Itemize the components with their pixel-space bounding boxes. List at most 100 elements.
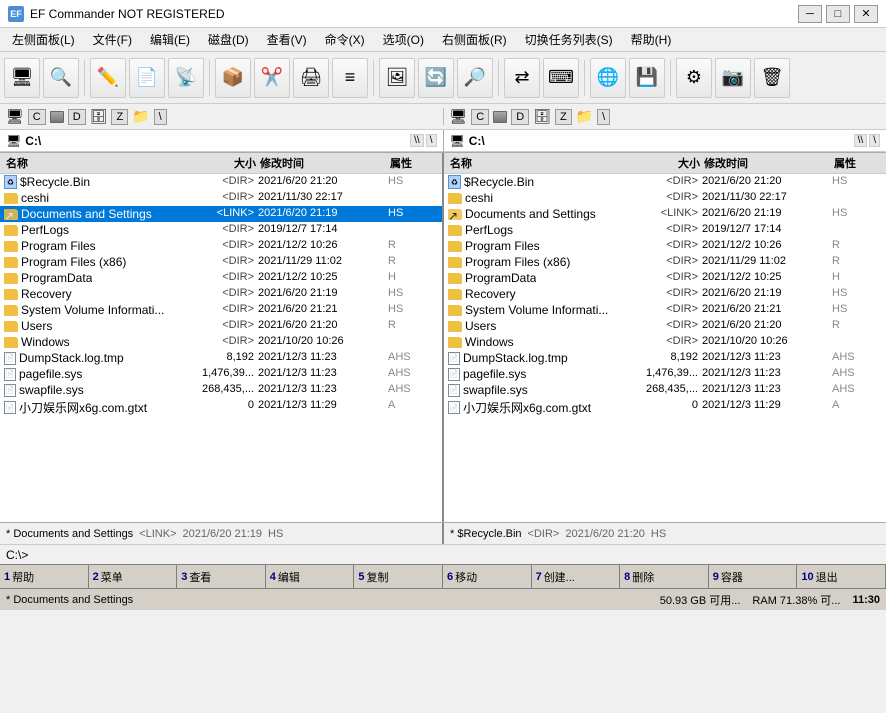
toolbar-btn-cut[interactable]: ✂️ bbox=[254, 58, 290, 98]
file-row[interactable]: 📄小刀娱乐网x6g.com.gtxt02021/12/3 11:29A bbox=[444, 398, 886, 417]
file-size-cell: <DIR> bbox=[622, 255, 702, 269]
file-attr-cell: R bbox=[388, 239, 438, 253]
file-row[interactable]: ♻$Recycle.Bin<DIR>2021/6/20 21:20HS bbox=[0, 174, 442, 190]
right-drive-d[interactable]: D bbox=[511, 109, 529, 125]
left-drive-c[interactable]: C bbox=[28, 109, 46, 125]
menu-item-options[interactable]: 选项(O) bbox=[375, 29, 432, 50]
file-row[interactable]: Users<DIR>2021/6/20 21:20R bbox=[0, 318, 442, 334]
right-drive-icon: 🖥 bbox=[450, 108, 468, 125]
left-drive-d[interactable]: D bbox=[68, 109, 86, 125]
toolbar-btn-settings[interactable]: ⚙ bbox=[676, 58, 712, 98]
toolbar-btn-list[interactable]: ≡ bbox=[332, 58, 368, 98]
right-drive-z[interactable]: Z bbox=[555, 109, 572, 125]
file-row[interactable]: ↗Documents and Settings<LINK>2021/6/20 2… bbox=[0, 206, 442, 222]
toolbar-btn-drive[interactable]: 🖥 bbox=[4, 58, 40, 98]
toolbar-btn-preview[interactable]: 🖼 bbox=[379, 58, 415, 98]
file-row[interactable]: ♻$Recycle.Bin<DIR>2021/6/20 21:20HS bbox=[444, 174, 886, 190]
file-row[interactable]: 📄swapfile.sys268,435,...2021/12/3 11:23A… bbox=[444, 382, 886, 398]
right-drive-backslash[interactable]: \ bbox=[597, 109, 610, 125]
toolbar-btn-save[interactable]: 💾 bbox=[629, 58, 665, 98]
file-row[interactable]: System Volume Informati...<DIR>2021/6/20… bbox=[444, 302, 886, 318]
file-row[interactable]: 📄pagefile.sys1,476,39...2021/12/3 11:23A… bbox=[0, 366, 442, 382]
file-row[interactable]: Recovery<DIR>2021/6/20 21:19HS bbox=[444, 286, 886, 302]
menu-item-left-panel[interactable]: 左侧面板(L) bbox=[4, 29, 83, 50]
file-row[interactable]: 📄swapfile.sys268,435,...2021/12/3 11:23A… bbox=[0, 382, 442, 398]
close-button[interactable]: ✕ bbox=[854, 5, 878, 23]
fkey-5[interactable]: 5复制 bbox=[354, 565, 443, 588]
file-row[interactable]: Program Files<DIR>2021/12/2 10:26R bbox=[0, 238, 442, 254]
file-date-cell: 2021/12/3 11:23 bbox=[702, 367, 832, 381]
right-drive-c[interactable]: C bbox=[471, 109, 489, 125]
file-row[interactable]: Windows<DIR>2021/10/20 10:26 bbox=[0, 334, 442, 350]
toolbar-btn-refresh[interactable]: 🔄 bbox=[418, 58, 454, 98]
file-row[interactable]: ceshi<DIR>2021/11/30 22:17 bbox=[444, 190, 886, 206]
toolbar-btn-terminal[interactable]: ⌨ bbox=[543, 58, 579, 98]
file-row[interactable]: ↗Documents and Settings<LINK>2021/6/20 2… bbox=[444, 206, 886, 222]
toolbar-btn-new-file[interactable]: 📄 bbox=[129, 58, 165, 98]
right-nav-root[interactable]: \\ bbox=[854, 134, 868, 147]
file-row[interactable]: Recovery<DIR>2021/6/20 21:19HS bbox=[0, 286, 442, 302]
left-nav-up[interactable]: \ bbox=[426, 134, 437, 147]
toolbar-btn-network[interactable]: 🌐 bbox=[590, 58, 626, 98]
left-col-size: 大小 bbox=[178, 155, 258, 171]
left-panel-header[interactable]: 名称 大小 修改时间 属性 bbox=[0, 153, 442, 174]
minimize-button[interactable]: ─ bbox=[798, 5, 822, 23]
file-name-cell: Recovery bbox=[448, 287, 622, 301]
file-row[interactable]: ProgramData<DIR>2021/12/2 10:25H bbox=[0, 270, 442, 286]
fkey-7[interactable]: 7创建... bbox=[532, 565, 621, 588]
file-date-cell: 2021/6/20 21:20 bbox=[258, 319, 388, 333]
fkey-10[interactable]: 10退出 bbox=[797, 565, 886, 588]
file-row[interactable]: Program Files<DIR>2021/12/2 10:26R bbox=[444, 238, 886, 254]
left-drive-backslash[interactable]: \ bbox=[154, 109, 167, 125]
toolbar-btn-compare[interactable]: ⇄ bbox=[504, 58, 540, 98]
fkey-1[interactable]: 1帮助 bbox=[0, 565, 89, 588]
file-row[interactable]: 📄pagefile.sys1,476,39...2021/12/3 11:23A… bbox=[444, 366, 886, 382]
menu-item-command[interactable]: 命令(X) bbox=[317, 29, 373, 50]
file-row[interactable]: 📄小刀娱乐网x6g.com.gtxt02021/12/3 11:29A bbox=[0, 398, 442, 417]
menu-item-edit[interactable]: 编辑(E) bbox=[142, 29, 198, 50]
file-row[interactable]: 📄DumpStack.log.tmp8,1922021/12/3 11:23AH… bbox=[0, 350, 442, 366]
right-nav-up[interactable]: \ bbox=[869, 134, 880, 147]
menu-item-switch-list[interactable]: 切换任务列表(S) bbox=[517, 29, 621, 50]
folder-icon bbox=[448, 305, 462, 316]
file-row[interactable]: Windows<DIR>2021/10/20 10:26 bbox=[444, 334, 886, 350]
toolbar-btn-print[interactable]: 🖨 bbox=[293, 58, 329, 98]
file-name-cell: 📄DumpStack.log.tmp bbox=[4, 351, 178, 365]
fkey-3[interactable]: 3查看 bbox=[177, 565, 266, 588]
fkey-6[interactable]: 6移动 bbox=[443, 565, 532, 588]
folder-icon bbox=[4, 257, 18, 268]
toolbar-btn-search[interactable]: 🔍 bbox=[43, 58, 79, 98]
fkey-num: 10 bbox=[801, 571, 813, 583]
toolbar-btn-find[interactable]: 🔎 bbox=[457, 58, 493, 98]
toolbar-btn-camera[interactable]: 📷 bbox=[715, 58, 751, 98]
fkey-9[interactable]: 9容器 bbox=[709, 565, 798, 588]
left-nav-root[interactable]: \\ bbox=[410, 134, 424, 147]
file-row[interactable]: PerfLogs<DIR>2019/12/7 17:14 bbox=[444, 222, 886, 238]
menu-item-file[interactable]: 文件(F) bbox=[85, 29, 140, 50]
file-row[interactable]: System Volume Informati...<DIR>2021/6/20… bbox=[0, 302, 442, 318]
fkey-8[interactable]: 8删除 bbox=[620, 565, 709, 588]
file-row[interactable]: 📄DumpStack.log.tmp8,1922021/12/3 11:23AH… bbox=[444, 350, 886, 366]
file-row[interactable]: ceshi<DIR>2021/11/30 22:17 bbox=[0, 190, 442, 206]
file-attr-cell: R bbox=[832, 255, 882, 269]
left-drive-z[interactable]: Z bbox=[111, 109, 128, 125]
menu-item-right-panel[interactable]: 右侧面板(R) bbox=[434, 29, 515, 50]
fkey-4[interactable]: 4编辑 bbox=[266, 565, 355, 588]
toolbar-btn-ftp[interactable]: 📡 bbox=[168, 58, 204, 98]
menu-item-view[interactable]: 查看(V) bbox=[259, 29, 315, 50]
file-row[interactable]: Program Files (x86)<DIR>2021/11/29 11:02… bbox=[444, 254, 886, 270]
file-row[interactable]: ProgramData<DIR>2021/12/2 10:25H bbox=[444, 270, 886, 286]
toolbar-sep-12 bbox=[498, 60, 499, 96]
fkey-2[interactable]: 2菜单 bbox=[89, 565, 178, 588]
toolbar-btn-trash[interactable]: 🗑 bbox=[754, 58, 790, 98]
menu-item-disk[interactable]: 磁盘(D) bbox=[200, 29, 257, 50]
toolbar-btn-archive[interactable]: 📦 bbox=[215, 58, 251, 98]
file-attr-cell: R bbox=[832, 239, 882, 253]
toolbar-btn-edit[interactable]: ✏️ bbox=[90, 58, 126, 98]
right-panel-header[interactable]: 名称 大小 修改时间 属性 bbox=[444, 153, 886, 174]
menu-item-help[interactable]: 帮助(H) bbox=[623, 29, 680, 50]
file-row[interactable]: Program Files (x86)<DIR>2021/11/29 11:02… bbox=[0, 254, 442, 270]
file-row[interactable]: Users<DIR>2021/6/20 21:20R bbox=[444, 318, 886, 334]
maximize-button[interactable]: □ bbox=[826, 5, 850, 23]
file-row[interactable]: PerfLogs<DIR>2019/12/7 17:14 bbox=[0, 222, 442, 238]
